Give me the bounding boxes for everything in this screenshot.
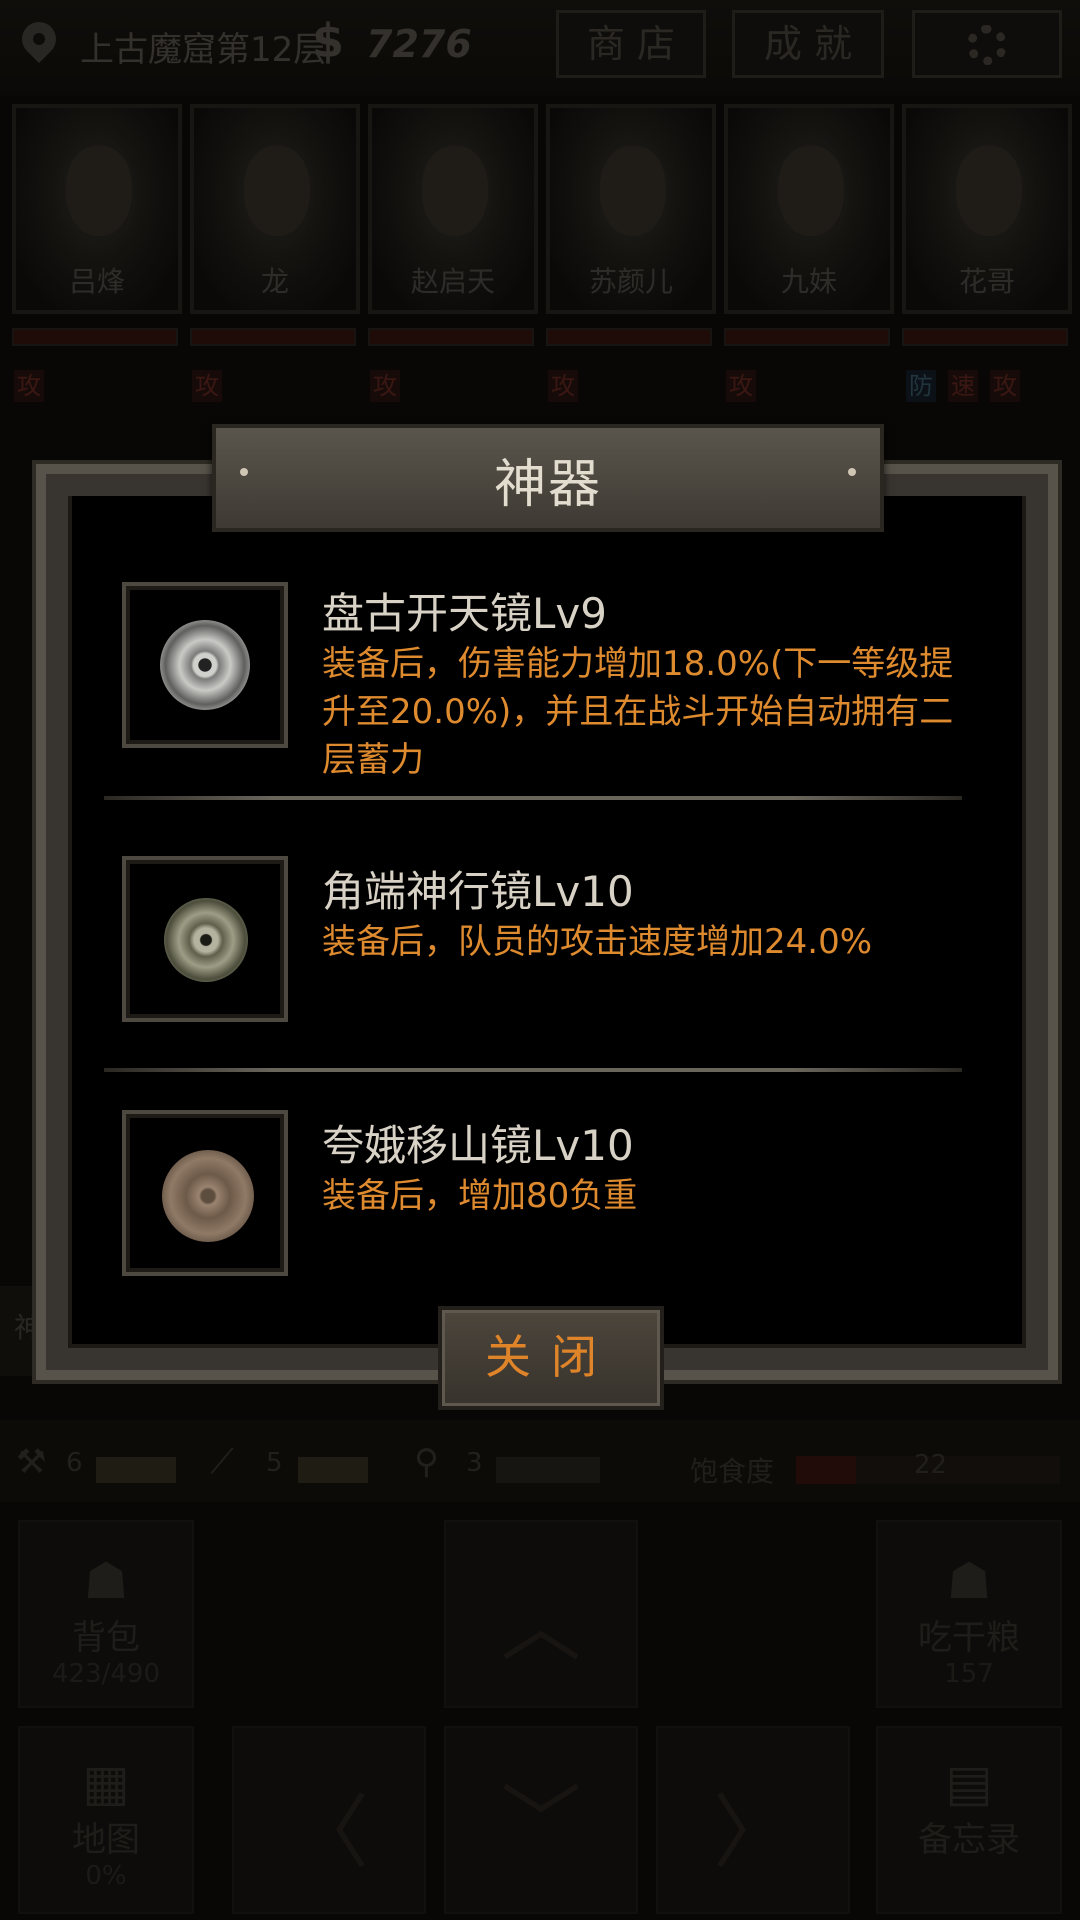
dialog-title: 神器: [493, 455, 602, 515]
artifact-description: 装备后，伤害能力增加18.0%(下一等级提升至20.0%)，并且在战斗开始自动拥…: [322, 644, 954, 780]
artifact-description: 装备后，增加80负重: [322, 1176, 638, 1216]
artifact-slot[interactable]: [122, 1110, 288, 1276]
dialog-title-plate: 神器: [212, 424, 884, 532]
artifact-description: 装备后，队员的攻击速度增加24.0%: [322, 922, 873, 962]
artifact-name: 角端神行镜Lv10: [322, 867, 634, 916]
close-button[interactable]: 关闭: [438, 1306, 664, 1410]
artifact-slot[interactable]: [122, 582, 288, 748]
artifact-slot[interactable]: [122, 856, 288, 1022]
copper-mirror-icon: [162, 1150, 254, 1242]
divider: [104, 1068, 962, 1072]
divider: [104, 796, 962, 800]
bronze-mirror-icon: [164, 898, 248, 982]
artifact-name: 盘古开天镜Lv9: [322, 589, 607, 638]
silver-mirror-icon: [160, 620, 250, 710]
artifact-name: 夸娥移山镜Lv10: [322, 1121, 634, 1170]
